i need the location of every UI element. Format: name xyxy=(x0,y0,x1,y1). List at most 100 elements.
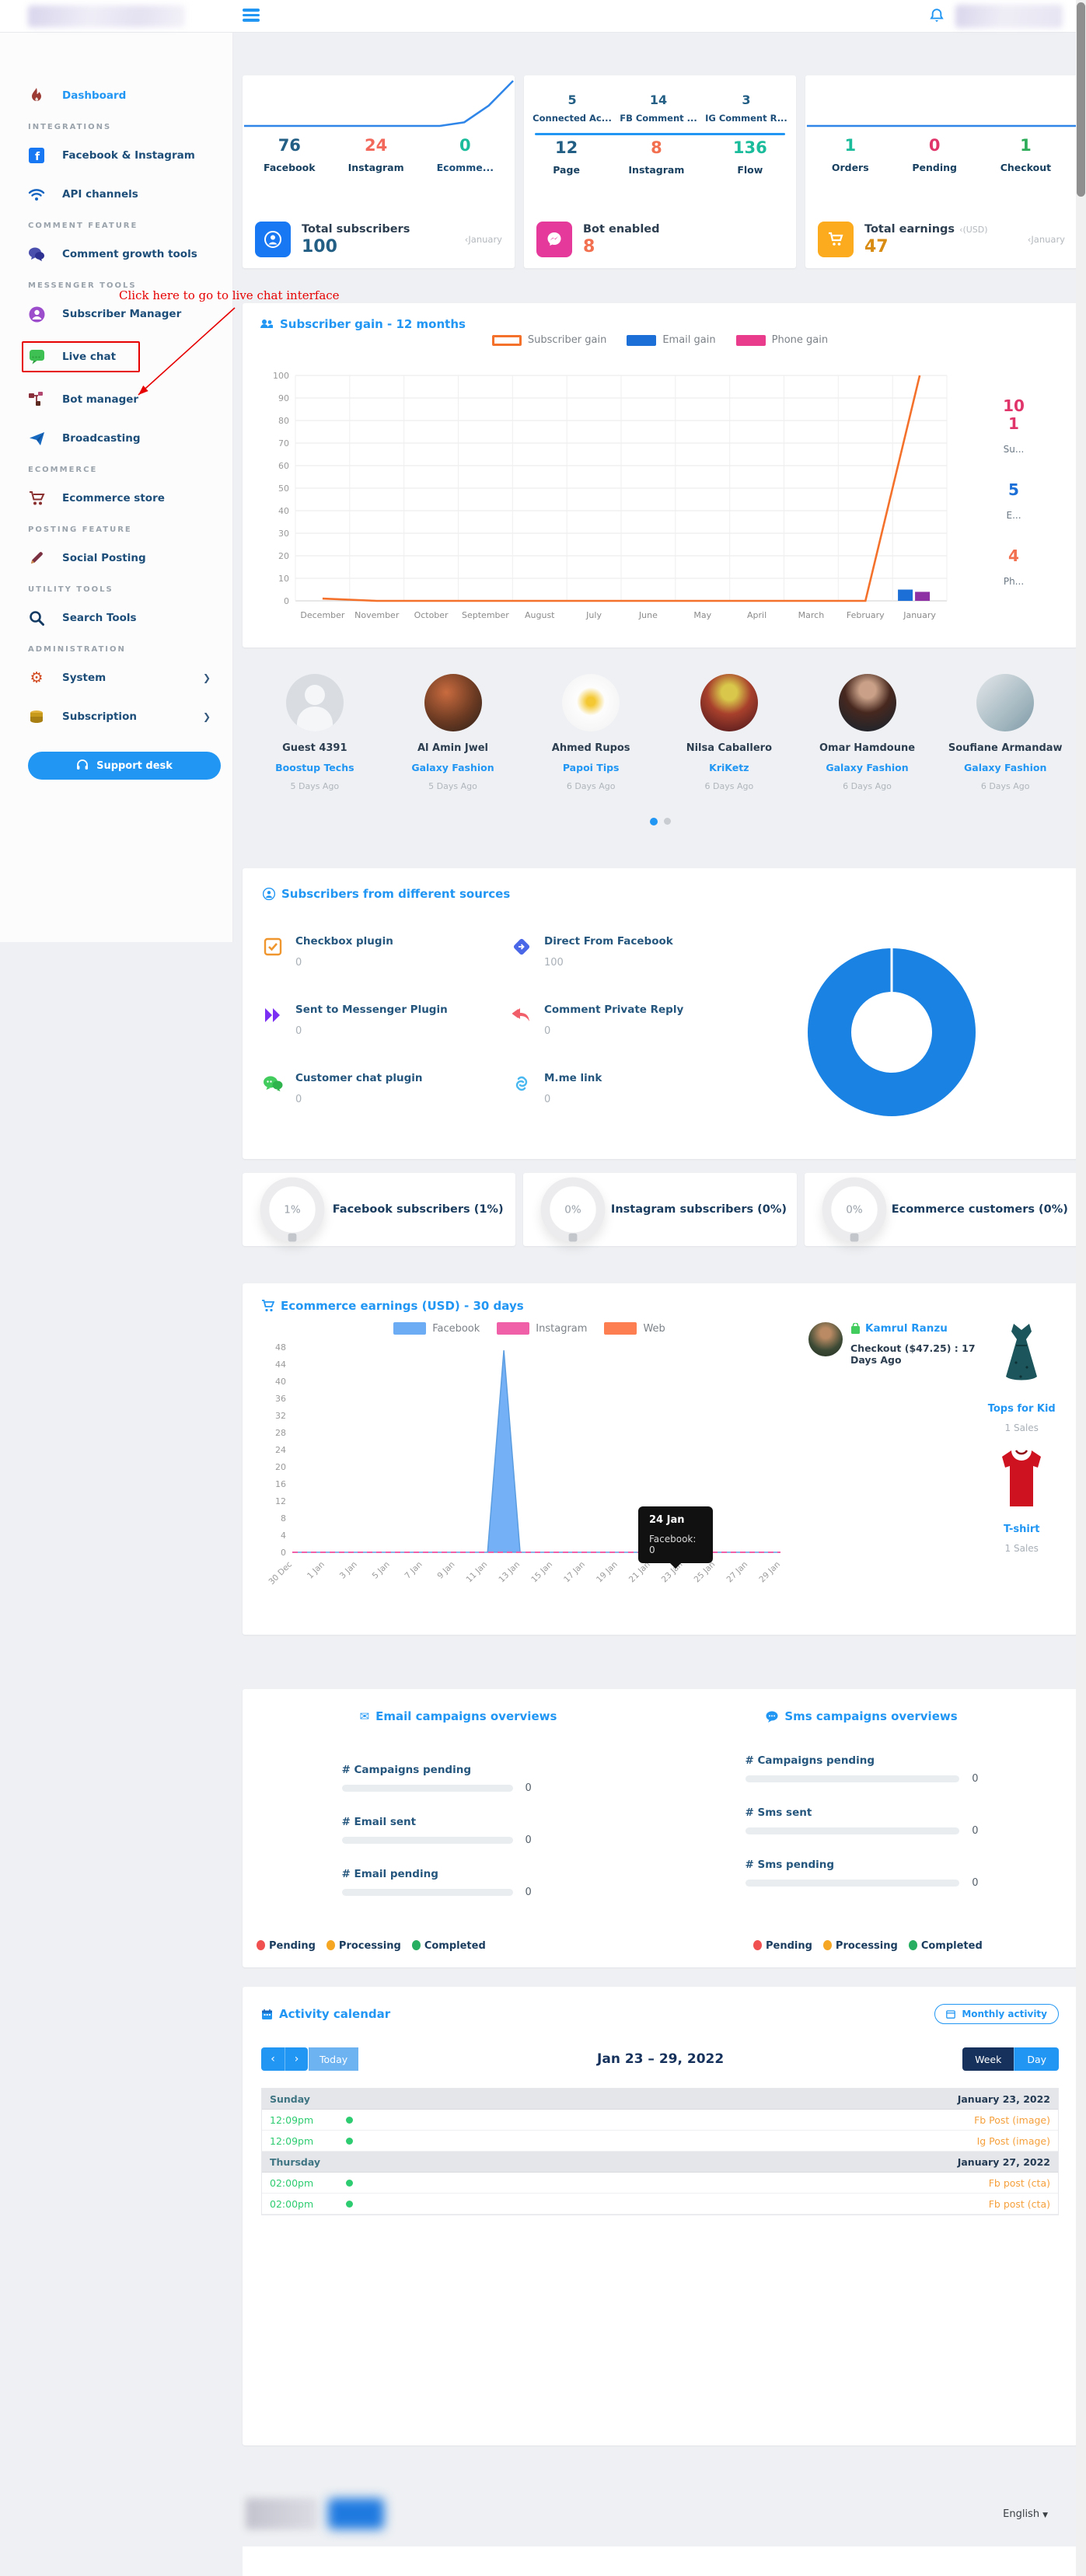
sidebar-item-broadcasting[interactable]: Broadcasting xyxy=(28,427,218,450)
sidebar-item-bot-manager[interactable]: Bot manager xyxy=(28,388,218,411)
sms-campaigns-column: Sms campaigns overviews # Campaigns pend… xyxy=(660,1709,1063,1952)
pagination-dot-active[interactable] xyxy=(650,818,658,826)
avatar[interactable] xyxy=(700,674,758,731)
sidebar-item-label: Social Posting xyxy=(62,552,146,564)
cart-icon xyxy=(261,1300,274,1312)
paper-plane-icon xyxy=(28,430,45,447)
event-dot-icon xyxy=(346,2117,353,2124)
calendar-range-title: Jan 23 – 29, 2022 xyxy=(358,2051,962,2067)
scrollbar-track[interactable] xyxy=(1076,0,1086,2576)
svg-text:September: September xyxy=(462,610,509,620)
calendar-week-button[interactable]: Week xyxy=(962,2047,1014,2071)
calendar-day-button[interactable]: Day xyxy=(1014,2047,1059,2071)
dashboard-page: Dashboard INTEGRATIONS f Facebook & Inst… xyxy=(0,0,1086,2576)
customer-avatar[interactable] xyxy=(808,1322,843,1356)
stat-label: Checkout xyxy=(1000,162,1051,173)
svg-text:17 Jan: 17 Jan xyxy=(562,1560,587,1585)
sources-donut-chart xyxy=(808,948,976,1116)
stat-value: 24 xyxy=(348,136,404,155)
avatar[interactable] xyxy=(424,674,482,731)
stat-value: 1 xyxy=(832,136,869,155)
carousel-pagination xyxy=(243,818,1077,826)
user-account-menu[interactable] xyxy=(955,5,1063,28)
sidebar-item-search-tools[interactable]: Search Tools xyxy=(28,606,218,630)
subscriber-gain-chart: 0102030405060708090100DecemberNovemberOc… xyxy=(260,366,967,640)
svg-text:20: 20 xyxy=(275,1462,286,1472)
monthly-activity-button[interactable]: Monthly activity xyxy=(934,2004,1059,2024)
calendar-event-row[interactable]: 02:00pmFb post (cta) xyxy=(262,2194,1058,2215)
calendar-event-row[interactable]: 12:09pmIg Post (image) xyxy=(262,2131,1058,2152)
earnings-sparkline xyxy=(805,75,1077,130)
svg-text:10: 10 xyxy=(278,574,289,584)
customer-name-link[interactable]: Kamrul Ranzu xyxy=(850,1322,984,1335)
language-selector[interactable]: English▼ xyxy=(1003,2508,1074,2520)
calendar-prev-button[interactable]: ‹ xyxy=(261,2047,285,2071)
progress-ring: 0% xyxy=(541,1178,606,1242)
calendar-event-row[interactable]: 12:09pmFb Post (image) xyxy=(262,2110,1058,2131)
app-logo[interactable] xyxy=(28,5,185,27)
stat-label: Ecomme... xyxy=(437,162,494,173)
svg-text:1 Jan: 1 Jan xyxy=(306,1560,326,1581)
subscriber-page-link[interactable]: Papoi Tips xyxy=(522,762,660,773)
legend-subscriber-gain[interactable]: Subscriber gain xyxy=(492,334,606,346)
notifications-bell-icon[interactable] xyxy=(927,7,946,26)
subscriber-name: Soufiane Armandaw xyxy=(936,742,1074,754)
comments-icon xyxy=(28,246,45,263)
ecommerce-earnings-card: Ecommerce earnings (USD) - 30 days Faceb… xyxy=(243,1283,1077,1635)
subscriber-cell: Guest 4391 Boostup Techs 5 Days Ago xyxy=(246,674,384,791)
sidebar-item-social-posting[interactable]: Social Posting xyxy=(28,546,218,570)
avatar[interactable] xyxy=(562,674,620,731)
legend-instagram[interactable]: Instagram xyxy=(497,1322,587,1335)
sidebar-item-comment-growth-tools[interactable]: Comment growth tools xyxy=(28,243,218,266)
legend-web[interactable]: Web xyxy=(604,1322,665,1335)
support-desk-button[interactable]: Support desk xyxy=(28,752,221,780)
campaigns-card: ✉ Email campaigns overviews # Campaigns … xyxy=(243,1689,1077,1967)
sidebar-item-live-chat[interactable]: Live chat xyxy=(22,341,140,372)
calendar-event-row[interactable]: 02:00pmFb post (cta) xyxy=(262,2173,1058,2194)
calendar-next-button[interactable]: › xyxy=(285,2047,308,2071)
avatar[interactable] xyxy=(839,674,896,731)
product-name-link[interactable]: Tops for Kid xyxy=(984,1403,1059,1415)
svg-text:3 Jan: 3 Jan xyxy=(338,1560,359,1581)
sidebar-item-dashboard[interactable]: Dashboard xyxy=(28,84,218,107)
footer-badge-placeholder[interactable] xyxy=(328,2498,384,2529)
sidebar-item-system[interactable]: ⚙ System ❯ xyxy=(28,666,218,689)
sidebar-item-subscription[interactable]: Subscription ❯ xyxy=(28,705,218,728)
bottom-strip xyxy=(243,2546,1077,2576)
legend-phone-gain[interactable]: Phone gain xyxy=(736,334,828,346)
sidebar-item-subscriber-manager[interactable]: Subscriber Manager xyxy=(28,302,218,326)
calendar-today-button[interactable]: Today xyxy=(309,2047,358,2071)
avatar[interactable] xyxy=(286,674,344,731)
sidebar-section-integrations: INTEGRATIONS xyxy=(28,123,218,131)
status-legend: Pending Processing Completed xyxy=(753,1920,1063,1952)
svg-text:80: 80 xyxy=(278,416,289,426)
pagination-dot[interactable] xyxy=(664,818,671,825)
progress-ring: 0% xyxy=(822,1178,886,1242)
customer-detail: Checkout ($47.25) : 17 Days Ago xyxy=(850,1342,984,1366)
sms-bubble-icon xyxy=(766,1711,778,1723)
subscriber-page-link[interactable]: Galaxy Fashion xyxy=(798,762,937,773)
avatar[interactable] xyxy=(976,674,1034,731)
sidebar-item-facebook-instagram[interactable]: f Facebook & Instagram xyxy=(28,144,218,167)
subscriber-page-link[interactable]: Galaxy Fashion xyxy=(384,762,522,773)
sidebar-item-ecommerce-store[interactable]: Ecommerce store xyxy=(28,487,218,510)
card-title: Bot enabled xyxy=(583,223,660,236)
subscriber-page-link[interactable]: Galaxy Fashion xyxy=(936,762,1074,773)
subscriber-page-link[interactable]: Boostup Techs xyxy=(246,762,384,773)
legend-facebook[interactable]: Facebook xyxy=(393,1322,480,1335)
scrollbar-thumb[interactable] xyxy=(1077,2,1085,197)
subscriber-page-link[interactable]: KriKetz xyxy=(660,762,798,773)
product-name-link[interactable]: T-shirt xyxy=(984,1524,1059,1535)
sidebar-item-api-channels[interactable]: API channels xyxy=(28,183,218,206)
svg-text:24: 24 xyxy=(275,1445,286,1455)
stat-label: IG Comment R... xyxy=(705,113,787,124)
subscriber-name: Ahmed Rupos xyxy=(522,742,660,754)
legend-email-gain[interactable]: Email gain xyxy=(627,334,715,346)
hamburger-menu-icon[interactable] xyxy=(243,9,260,23)
recent-checkout: Kamrul Ranzu Checkout ($47.25) : 17 Days… xyxy=(808,1322,984,1611)
svg-text:August: August xyxy=(525,610,555,620)
svg-text:December: December xyxy=(300,610,345,620)
chart-legend: Subscriber gain Email gain Phone gain xyxy=(260,334,1060,346)
svg-text:October: October xyxy=(414,610,449,620)
stat-label: Page xyxy=(553,164,580,176)
